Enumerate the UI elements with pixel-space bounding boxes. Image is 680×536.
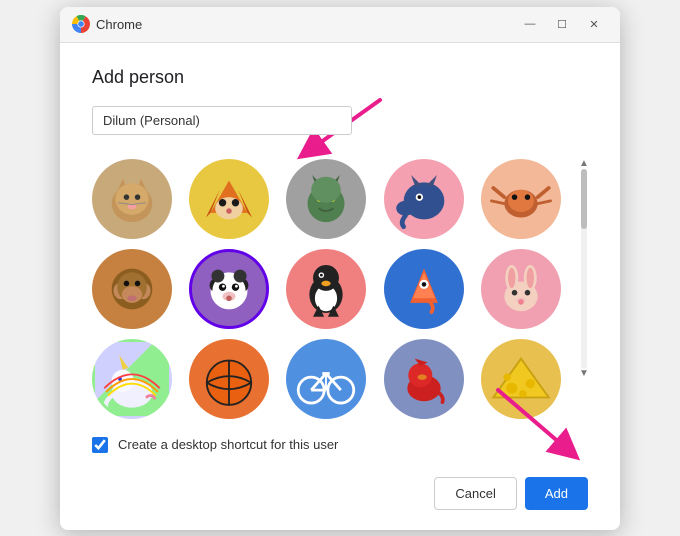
name-input-wrapper <box>92 106 588 135</box>
dialog-body: Add person <box>60 43 620 530</box>
scrollbar[interactable]: ▲ ▼ <box>580 159 588 419</box>
avatar-grid-container <box>92 159 572 419</box>
crab-icon <box>484 162 558 236</box>
bicycle-icon <box>289 342 363 416</box>
unicorn-icon <box>95 342 169 416</box>
scroll-down-arrow[interactable]: ▼ <box>579 369 589 379</box>
fox-icon <box>192 162 266 236</box>
avatar-cardinal[interactable] <box>384 339 464 419</box>
avatar-basketball[interactable] <box>189 339 269 419</box>
bird-icon <box>387 252 461 326</box>
window-title: Chrome <box>96 17 516 32</box>
title-bar: Chrome — ☐ ✕ <box>60 7 620 43</box>
dragon-icon <box>289 162 363 236</box>
panda-icon <box>192 252 266 326</box>
rabbit-icon <box>484 252 558 326</box>
button-row: Cancel Add <box>92 477 588 510</box>
window-controls: — ☐ ✕ <box>516 13 608 35</box>
maximize-button[interactable]: ☐ <box>548 13 576 35</box>
cardinal-icon <box>387 342 461 416</box>
avatar-section: ▲ ▼ <box>92 159 588 419</box>
cheese-icon <box>484 342 558 416</box>
avatar-fox[interactable] <box>189 159 269 239</box>
avatar-crab[interactable] <box>481 159 561 239</box>
avatar-dragon[interactable] <box>286 159 366 239</box>
avatar-bird[interactable] <box>384 249 464 329</box>
avatar-panda[interactable] <box>189 249 269 329</box>
elephant-icon <box>387 162 461 236</box>
chrome-logo <box>72 15 90 33</box>
dialog-title: Add person <box>92 67 588 88</box>
desktop-shortcut-checkbox[interactable] <box>92 437 108 453</box>
scroll-up-arrow[interactable]: ▲ <box>579 159 589 169</box>
close-button[interactable]: ✕ <box>580 13 608 35</box>
scroll-thumb[interactable] <box>581 169 587 229</box>
avatar-elephant[interactable] <box>384 159 464 239</box>
avatar-cheese[interactable] <box>481 339 561 419</box>
basketball-icon <box>192 342 266 416</box>
avatar-cat[interactable] <box>92 159 172 239</box>
name-input[interactable] <box>92 106 352 135</box>
minimize-button[interactable]: — <box>516 13 544 35</box>
avatar-bicycle[interactable] <box>286 339 366 419</box>
add-button[interactable]: Add <box>525 477 588 510</box>
avatar-grid <box>92 159 572 419</box>
avatar-rabbit[interactable] <box>481 249 561 329</box>
avatar-unicorn[interactable] <box>92 339 172 419</box>
cancel-button[interactable]: Cancel <box>434 477 516 510</box>
chrome-window: Chrome — ☐ ✕ Add person <box>60 7 620 530</box>
scroll-track <box>581 169 587 369</box>
checkbox-row: Create a desktop shortcut for this user <box>92 437 588 453</box>
penguin-icon <box>289 252 363 326</box>
monkey-icon <box>95 252 169 326</box>
desktop-shortcut-label: Create a desktop shortcut for this user <box>118 437 338 452</box>
avatar-monkey[interactable] <box>92 249 172 329</box>
avatar-penguin[interactable] <box>286 249 366 329</box>
cat-icon <box>95 162 169 236</box>
